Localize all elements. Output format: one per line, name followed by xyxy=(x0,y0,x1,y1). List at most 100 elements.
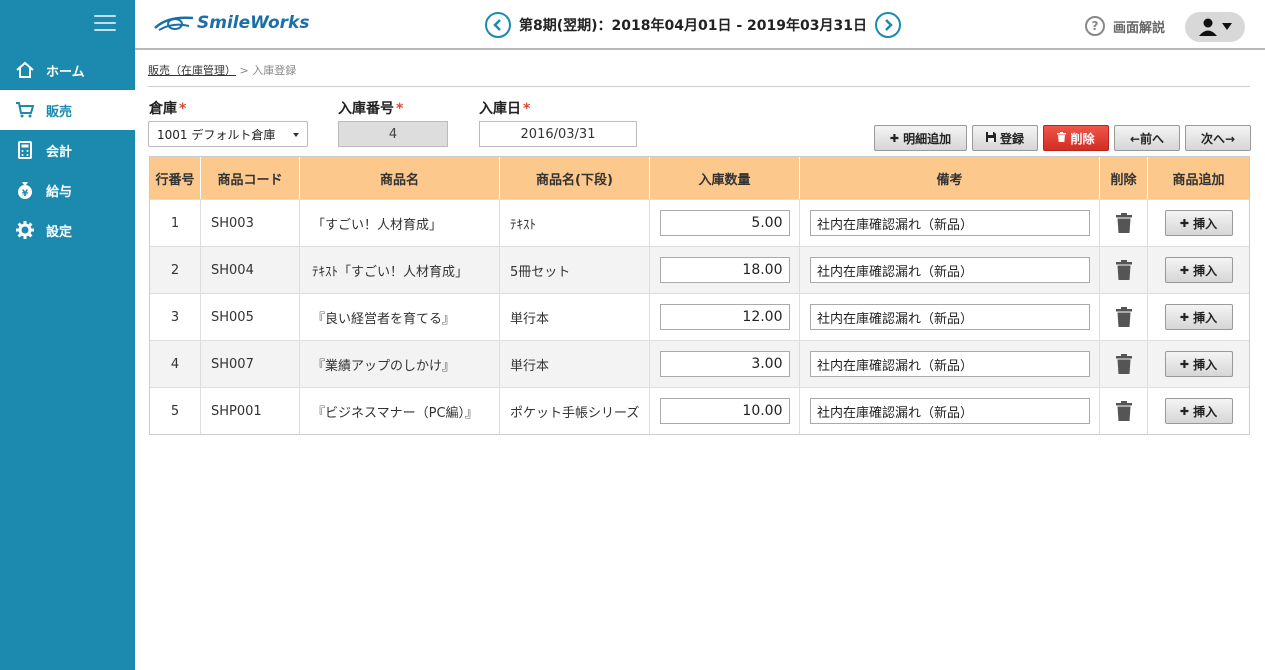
add-cell: ✚ 挿入 xyxy=(1148,294,1249,340)
note-cell: 社内在庫確認漏れ（新品） xyxy=(800,388,1100,434)
note-input[interactable]: 社内在庫確認漏れ（新品） xyxy=(810,257,1090,283)
quantity-input[interactable]: 18.00 xyxy=(659,257,790,283)
product-name-sub: ﾃｷｽﾄ xyxy=(500,200,650,246)
column-header-product-name-sub: 商品名(下段) xyxy=(500,157,650,199)
period-label: 第8期(翌期)：2018年04月01日 - 2019年03月31日 xyxy=(519,18,867,34)
insert-label: 挿入 xyxy=(1193,357,1218,372)
save-icon xyxy=(985,131,996,145)
product-name: 『良い経営者を育てる』 xyxy=(300,294,500,340)
table-row: 2 SH004 ﾃｷｽﾄ「すごい！人材育成」 5冊セット 18.00 社内在庫確… xyxy=(150,246,1249,293)
receipt-date-value: 2016/03/31 xyxy=(520,126,596,142)
receipt-date-input[interactable]: 2016/03/31 xyxy=(479,121,637,147)
sidebar-item-home[interactable]: ホーム xyxy=(0,50,135,90)
column-header-line-no: 行番号 xyxy=(150,157,201,199)
receipt-number-label-text: 入庫番号 xyxy=(338,101,394,117)
insert-button[interactable]: ✚ 挿入 xyxy=(1164,210,1233,236)
warehouse-select[interactable]: 1001 デフォルト倉庫 xyxy=(148,121,308,147)
insert-label: 挿入 xyxy=(1193,216,1218,231)
product-name-sub: 単行本 xyxy=(500,294,650,340)
receipt-date-label-text: 入庫日 xyxy=(479,101,521,117)
product-name-sub: 単行本 xyxy=(500,341,650,387)
quantity-input[interactable]: 5.00 xyxy=(659,210,790,236)
sidebar-item-settings[interactable]: 設定 xyxy=(0,210,135,250)
add-cell: ✚ 挿入 xyxy=(1148,341,1249,387)
delete-cell xyxy=(1100,341,1148,387)
column-header-delete: 削除 xyxy=(1100,157,1148,199)
smileworks-logo-icon xyxy=(154,16,194,31)
note-input[interactable]: 社内在庫確認漏れ（新品） xyxy=(810,351,1090,377)
header: SmileWorks 第8期(翌期)：2018年04月01日 - 2019年03… xyxy=(135,0,1265,50)
warehouse-select-value: 1001 デフォルト倉庫 xyxy=(157,127,276,142)
row-number: 2 xyxy=(150,247,201,293)
breadcrumb-divider xyxy=(148,86,1250,87)
note-cell: 社内在庫確認漏れ（新品） xyxy=(800,247,1100,293)
trash-icon[interactable] xyxy=(1115,213,1132,233)
sidebar-item-accounting[interactable]: 会計 xyxy=(0,130,135,170)
product-code: SH004 xyxy=(201,247,300,293)
prev-button[interactable]: ←前へ xyxy=(1114,125,1180,151)
prev-period-button[interactable] xyxy=(485,12,511,38)
period-selector: 第8期(翌期)：2018年04月01日 - 2019年03月31日 xyxy=(485,12,901,38)
receipt-number-value: 4 xyxy=(388,126,398,142)
insert-label: 挿入 xyxy=(1193,404,1218,419)
delete-button[interactable]: 削除 xyxy=(1043,125,1109,151)
receipt-number-label: 入庫番号 * xyxy=(338,98,403,118)
product-name: 『業績アップのしかけ』 xyxy=(300,341,500,387)
trash-icon[interactable] xyxy=(1115,354,1132,374)
money-bag-icon: ¥ xyxy=(14,179,36,201)
trash-icon[interactable] xyxy=(1115,401,1132,421)
product-name: 『ビジネスマナー（PC編）』 xyxy=(300,388,500,434)
next-button[interactable]: 次へ→ xyxy=(1185,125,1251,151)
product-code: SH005 xyxy=(201,294,300,340)
plus-icon: ✚ xyxy=(889,131,900,145)
column-header-product-code: 商品コード xyxy=(201,157,300,199)
column-header-quantity: 入庫数量 xyxy=(650,157,800,199)
insert-button[interactable]: ✚ 挿入 xyxy=(1164,304,1233,330)
user-menu-button[interactable] xyxy=(1185,12,1245,42)
caret-down-icon xyxy=(1222,23,1232,30)
help-button[interactable]: ? 画面解説 xyxy=(1085,16,1165,36)
required-mark: * xyxy=(179,101,187,117)
plus-icon: ✚ xyxy=(1179,216,1190,230)
plus-icon: ✚ xyxy=(1179,310,1190,324)
calculator-icon xyxy=(14,139,36,161)
breadcrumb-parent-link[interactable]: 販売（在庫管理） xyxy=(148,64,236,77)
required-mark: * xyxy=(396,101,404,117)
delete-cell xyxy=(1100,247,1148,293)
quantity-input[interactable]: 12.00 xyxy=(659,304,790,330)
product-code: SH003 xyxy=(201,200,300,246)
insert-button[interactable]: ✚ 挿入 xyxy=(1164,257,1233,283)
note-input[interactable]: 社内在庫確認漏れ（新品） xyxy=(810,210,1090,236)
sidebar-item-payroll[interactable]: ¥ 給与 xyxy=(0,170,135,210)
insert-button[interactable]: ✚ 挿入 xyxy=(1164,351,1233,377)
note-cell: 社内在庫確認漏れ（新品） xyxy=(800,200,1100,246)
column-header-note: 備考 xyxy=(800,157,1100,199)
note-input[interactable]: 社内在庫確認漏れ（新品） xyxy=(810,304,1090,330)
app-logo[interactable]: SmileWorks xyxy=(153,12,309,34)
sidebar-item-label: ホーム xyxy=(46,64,85,80)
register-label: 登録 xyxy=(999,131,1024,146)
sidebar-item-label: 会計 xyxy=(46,144,73,160)
delete-cell xyxy=(1100,200,1148,246)
sidebar-item-sales[interactable]: 販売 xyxy=(0,90,135,130)
trash-icon xyxy=(1057,131,1067,145)
next-period-button[interactable] xyxy=(874,12,901,38)
hamburger-menu-icon[interactable] xyxy=(94,15,116,33)
quantity-input[interactable]: 3.00 xyxy=(659,351,790,377)
add-detail-button[interactable]: ✚ 明細追加 xyxy=(874,125,967,151)
product-code: SHP001 xyxy=(201,388,300,434)
delete-label: 削除 xyxy=(1070,131,1095,146)
trash-icon[interactable] xyxy=(1115,260,1132,280)
column-header-product-name: 商品名 xyxy=(300,157,500,199)
quantity-input[interactable]: 10.00 xyxy=(659,398,790,424)
insert-button[interactable]: ✚ 挿入 xyxy=(1164,398,1233,424)
trash-icon[interactable] xyxy=(1115,307,1132,327)
register-button[interactable]: 登録 xyxy=(972,125,1038,151)
chevron-right-icon xyxy=(885,19,893,31)
receipt-number-field: 4 xyxy=(338,121,448,147)
quantity-cell: 18.00 xyxy=(650,247,800,293)
product-name: ﾃｷｽﾄ「すごい！人材育成」 xyxy=(300,247,500,293)
note-input[interactable]: 社内在庫確認漏れ（新品） xyxy=(810,398,1090,424)
required-mark: * xyxy=(523,101,531,117)
quantity-cell: 5.00 xyxy=(650,200,800,246)
